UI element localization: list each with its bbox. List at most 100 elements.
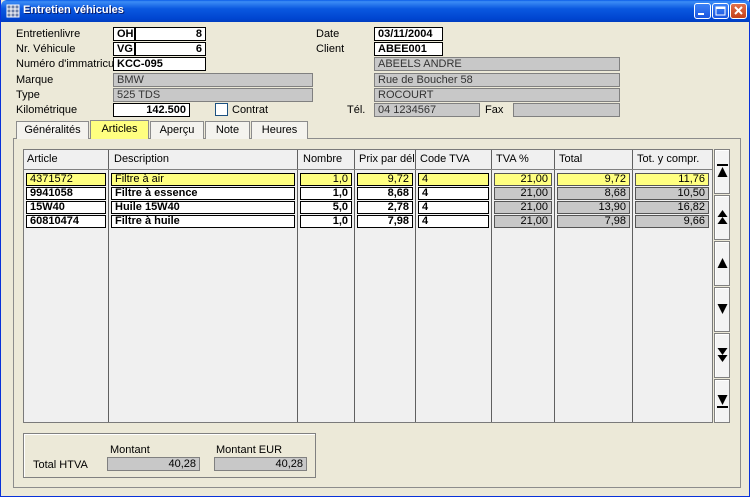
cell-total: 8,68 <box>557 187 630 200</box>
total-montant-eur-field: 40,28 <box>214 457 307 471</box>
next-row-button[interactable] <box>714 287 730 332</box>
cell-tva-pct: 21,00 <box>494 173 552 186</box>
entretienlivre-label: Entretienlivre <box>16 28 81 40</box>
cell-description[interactable]: Filtre à huile <box>111 215 295 228</box>
page-down-button[interactable] <box>714 333 730 378</box>
col-header-description[interactable]: Description <box>114 153 169 165</box>
cell-total: 7,98 <box>557 215 630 228</box>
tel-label: Tél. <box>347 104 366 116</box>
total-montant-field: 40,28 <box>107 457 200 471</box>
fax-field <box>513 103 620 117</box>
montant-eur-label: Montant EUR <box>216 444 283 456</box>
cell-description[interactable]: Filtre à air <box>111 173 295 186</box>
cell-tva-pct: 21,00 <box>494 215 552 228</box>
totals-group: Montant Montant EUR Total HTVA 40,28 40,… <box>23 433 316 478</box>
entretienlivre-number-field[interactable]: 8 <box>135 27 206 41</box>
col-header-code-tva[interactable]: Code TVA <box>420 153 470 165</box>
cell-nombre[interactable]: 1,0 <box>300 215 352 228</box>
date-field[interactable]: 03/11/2004 <box>374 27 443 41</box>
type-field: 525 TDS <box>113 88 313 102</box>
cell-tot-compr: 11,76 <box>635 173 709 186</box>
close-button[interactable] <box>730 3 747 19</box>
contrat-checkbox[interactable] <box>215 103 228 116</box>
kilometrique-label: Kilométrique <box>16 104 78 116</box>
cell-code-tva[interactable]: 4 <box>418 215 489 228</box>
app-icon <box>6 4 20 18</box>
col-header-article[interactable]: Article <box>27 153 58 165</box>
cell-article[interactable]: 9941058 <box>26 187 106 200</box>
arrow-down-icon <box>717 304 728 314</box>
first-row-button[interactable] <box>714 149 730 194</box>
type-label: Type <box>16 89 40 101</box>
client-field[interactable]: ABEE001 <box>374 42 443 56</box>
vehicule-code-field[interactable]: VG <box>113 42 135 56</box>
tab-articles-label: Articles <box>101 123 138 135</box>
cell-prix[interactable]: 9,72 <box>357 173 413 186</box>
cell-tot-compr: 16,82 <box>635 201 709 214</box>
contrat-label: Contrat <box>232 104 269 116</box>
last-row-button[interactable] <box>714 379 730 423</box>
cell-code-tva[interactable]: 4 <box>418 173 489 186</box>
close-icon <box>734 6 743 15</box>
tel-field: 04 1234567 <box>374 103 480 117</box>
tab-generalites-label: Généralités <box>24 124 81 136</box>
tab-note[interactable]: Note <box>205 121 250 139</box>
client-city-field: ROCOURT <box>374 88 620 102</box>
tab-articles[interactable]: Articles <box>90 120 149 139</box>
cell-total: 9,72 <box>557 173 630 186</box>
cell-prix[interactable]: 8,68 <box>357 187 413 200</box>
marque-label: Marque <box>16 74 54 86</box>
fax-label: Fax <box>485 104 504 116</box>
page-down-icon <box>717 348 728 362</box>
cell-description[interactable]: Filtre à essence <box>111 187 295 200</box>
cell-tva-pct: 21,00 <box>494 201 552 214</box>
tab-heures[interactable]: Heures <box>251 121 308 139</box>
cell-nombre[interactable]: 1,0 <box>300 187 352 200</box>
immatricul-label: Numéro d'immatricul <box>16 58 117 70</box>
maximize-button[interactable] <box>712 3 729 19</box>
tab-note-label: Note <box>215 124 240 136</box>
immatricul-field[interactable]: KCC-095 <box>113 57 206 71</box>
tab-apercu[interactable]: Aperçu <box>150 121 204 139</box>
marque-field: BMW <box>113 73 313 87</box>
client-label: Client <box>316 43 345 55</box>
cell-description[interactable]: Huile 15W40 <box>111 201 295 214</box>
cell-nombre[interactable]: 5,0 <box>300 201 352 214</box>
tab-apercu-label: Aperçu <box>159 124 195 136</box>
previous-row-button[interactable] <box>714 241 730 286</box>
cell-tva-pct: 21,00 <box>494 187 552 200</box>
col-header-tva-pct[interactable]: TVA % <box>496 153 529 165</box>
kilometrique-field[interactable]: 142.500 <box>113 103 190 117</box>
arrow-up-icon <box>717 258 728 268</box>
cell-code-tva[interactable]: 4 <box>418 201 489 214</box>
cell-total: 13,90 <box>557 201 630 214</box>
go-first-icon <box>717 164 728 177</box>
cell-code-tva[interactable]: 4 <box>418 187 489 200</box>
entretienlivre-code-field[interactable]: OH <box>113 27 135 41</box>
cell-prix[interactable]: 2,78 <box>357 201 413 214</box>
tab-heures-label: Heures <box>261 124 298 136</box>
cell-article[interactable]: 60810474 <box>26 215 106 228</box>
cell-prix[interactable]: 7,98 <box>357 215 413 228</box>
col-header-prix[interactable]: Prix par dél <box>359 153 415 165</box>
col-header-tot-compr[interactable]: Tot. y compr. <box>637 153 699 165</box>
col-header-total[interactable]: Total <box>559 153 582 165</box>
vehicule-label: Nr. Véhicule <box>16 43 76 55</box>
minimize-button[interactable] <box>694 3 711 19</box>
main-window: Entretien véhicules Entretienlivre OH 8 … <box>0 0 750 497</box>
page-up-button[interactable] <box>714 195 730 240</box>
row-navigation <box>714 149 730 423</box>
go-last-icon <box>717 395 728 408</box>
date-label: Date <box>316 28 340 40</box>
tab-generalites[interactable]: Généralités <box>16 121 89 139</box>
cell-article[interactable]: 4371572 <box>26 173 106 186</box>
col-header-nombre[interactable]: Nombre <box>303 153 342 165</box>
cell-nombre[interactable]: 1,0 <box>300 173 352 186</box>
vehicule-number-field[interactable]: 6 <box>135 42 206 56</box>
window-title: Entretien véhicules <box>23 4 124 16</box>
title-bar[interactable]: Entretien véhicules <box>1 0 750 22</box>
client-name-field: ABEELS ANDRE <box>374 57 620 71</box>
cell-article[interactable]: 15W40 <box>26 201 106 214</box>
articles-table: Article Description Nombre Prix par dél … <box>23 149 713 423</box>
montant-label: Montant <box>110 444 150 456</box>
